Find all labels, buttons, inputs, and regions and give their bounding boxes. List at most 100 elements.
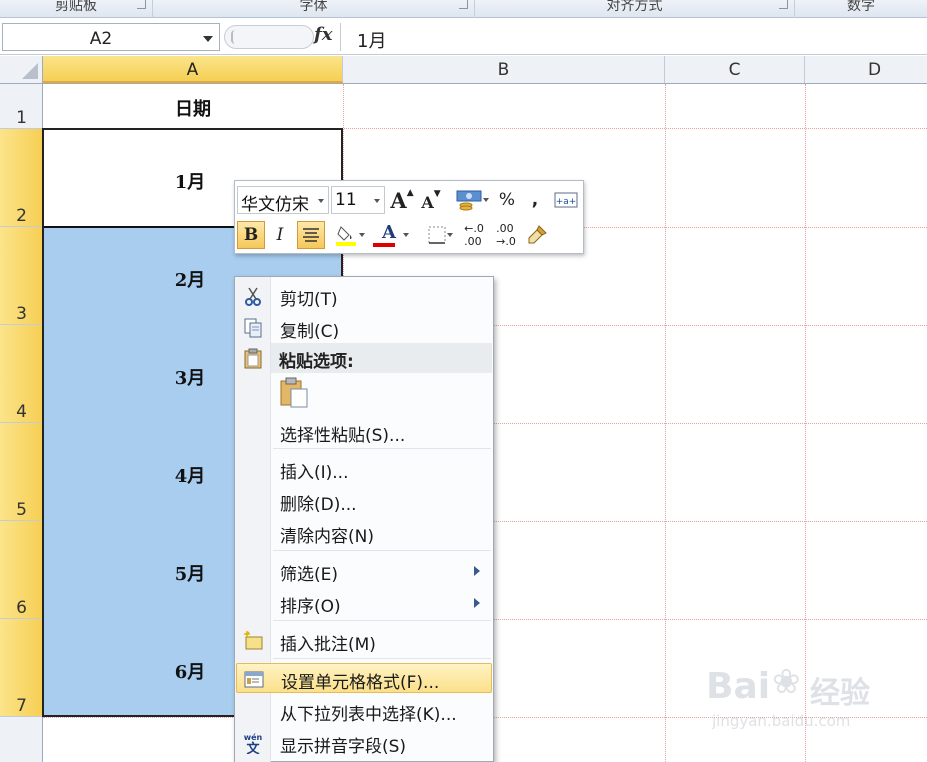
decrease-decimal-button[interactable]: .00 →.0 [491,221,521,249]
insert-comment-icon [244,631,263,650]
row-header-label: 2 [16,206,27,226]
row-header-3[interactable]: 3 [0,227,43,325]
borders-button[interactable] [419,221,455,249]
name-box-value: A2 [89,29,113,49]
menu-item-filter[interactable]: 筛选(E) [236,556,492,586]
row-header-label: 6 [16,598,27,618]
row-header-8[interactable] [0,717,43,762]
paint-bucket-icon [336,226,356,246]
menu-item-clear-contents[interactable]: 清除内容(N) [236,518,492,548]
menu-item-clear-contents-label: 清除内容(N) [280,527,374,547]
chevron-down-icon[interactable] [374,199,380,203]
ribbon-group-font[interactable]: 字体 [153,0,475,18]
bold-button[interactable]: B [237,221,265,249]
svg-text:wén: wén [244,732,263,742]
menu-item-paste-special-label: 选择性粘贴(S)... [280,426,406,446]
align-center-button[interactable] [297,221,325,249]
ribbon-group-alignment[interactable]: 对齐方式 [475,0,795,18]
svg-text:+a+: +a+ [556,197,577,207]
menu-separator [273,550,491,551]
dialog-launcher-icon[interactable] [779,0,788,9]
insert-function-icon[interactable]: fx [314,24,332,45]
column-header-b[interactable]: B [343,56,665,83]
name-box[interactable]: A2 [2,23,220,51]
row-header-4[interactable]: 4 [0,325,43,423]
column-header-a[interactable]: A [43,56,343,83]
chevron-down-icon[interactable] [203,36,213,42]
ribbon-group-clipboard[interactable]: 剪贴板 [0,0,153,18]
shrink-font-button[interactable]: A ▼ [419,186,443,214]
menu-item-pick-from-list[interactable]: 从下拉列表中选择(K)... [236,696,492,726]
row-header-5[interactable]: 5 [0,423,43,521]
menu-item-cut-label: 剪切(T) [280,290,338,310]
accounting-format-button[interactable] [449,186,489,214]
font-color-swatch [373,243,395,247]
row-header-2[interactable]: 2 [0,129,43,227]
formula-bar-splitter[interactable] [224,25,314,49]
menu-item-cut[interactable]: 剪切(T) [236,281,492,311]
menu-separator [273,620,491,621]
menu-item-pick-from-list-label: 从下拉列表中选择(K)... [280,705,457,725]
menu-item-filter-label: 筛选(E) [280,565,339,585]
increase-decimal-button[interactable]: ←.0.00 [459,221,489,249]
menu-item-copy-label: 复制(C) [280,322,340,342]
format-painter-button[interactable] [523,221,551,249]
chevron-down-icon[interactable] [318,199,324,203]
row-header-label: 1 [16,108,27,128]
format-painter-icon [528,225,547,244]
font-size-value: 11 [335,190,357,210]
italic-button[interactable]: I [267,221,293,249]
select-all-button[interactable] [0,56,43,83]
fill-color-button[interactable] [329,221,365,249]
shrink-font-icon: A [421,192,434,212]
menu-item-insert-label: 插入(I)... [280,463,349,483]
font-name-value: 华文仿宋 [241,195,309,215]
watermark-url: jingyan.baidu.com [712,712,851,730]
column-headers: A B C D [0,56,927,84]
ribbon-group-number-label: 数字 [847,0,875,14]
menu-item-phonetic[interactable]: wén 文 显示拼音字段(S) [236,728,492,758]
percent-style-button[interactable]: % [493,186,521,214]
column-header-c[interactable]: C [665,56,805,83]
copy-icon [244,318,262,338]
formula-input[interactable]: 1月 [340,23,925,52]
comma-style-button[interactable]: , [523,186,547,214]
menu-item-paste-special[interactable]: 选择性粘贴(S)... [236,417,492,447]
row-header-label: 7 [16,696,27,716]
menu-item-sort[interactable]: 排序(O) [236,588,492,618]
font-color-icon: A [382,221,396,243]
paste-button[interactable] [279,377,311,411]
menu-item-delete[interactable]: 删除(D)... [236,486,492,516]
menu-item-format-cells-label: 设置单元格格式(F)... [281,673,440,693]
menu-item-insert-comment[interactable]: 插入批注(M) [236,626,492,656]
watermark-brand: Bai [706,666,771,707]
submenu-arrow-icon [474,566,480,576]
menu-item-insert[interactable]: 插入(I)... [236,454,492,484]
row-header-1[interactable]: 1 [0,84,43,129]
row-header-label: 3 [16,304,27,324]
clipboard-icon [244,348,262,369]
scissors-icon [245,287,261,306]
dialog-launcher-icon[interactable] [137,0,146,9]
font-size-box[interactable]: 11 [331,186,385,214]
submenu-arrow-icon [474,598,480,608]
menu-item-insert-comment-label: 插入批注(M) [280,635,376,655]
cell-a1[interactable]: 日期 [43,95,343,121]
merge-center-button[interactable]: +a+ [551,186,581,214]
ribbon-group-clipboard-label: 剪贴板 [55,0,97,14]
font-color-button[interactable]: A [369,221,409,249]
grow-font-button[interactable]: A ▲ [389,186,415,214]
row-header-6[interactable]: 6 [0,521,43,619]
watermark-brand-cn: 经验 [810,676,870,711]
row-header-7[interactable]: 7 [0,619,43,717]
paste-options-icon-slot [236,343,272,373]
ribbon-group-number[interactable]: 数字 [795,0,927,18]
menu-item-copy[interactable]: 复制(C) [236,313,492,343]
font-name-box[interactable]: 华文仿宋 [237,186,329,215]
menu-item-phonetic-label: 显示拼音字段(S) [280,737,407,757]
column-header-d[interactable]: D [805,56,927,83]
format-cells-icon [244,671,264,688]
paw-icon: ❀ [772,662,801,702]
menu-item-format-cells[interactable]: 设置单元格格式(F)... [236,663,492,693]
dialog-launcher-icon[interactable] [459,0,468,9]
